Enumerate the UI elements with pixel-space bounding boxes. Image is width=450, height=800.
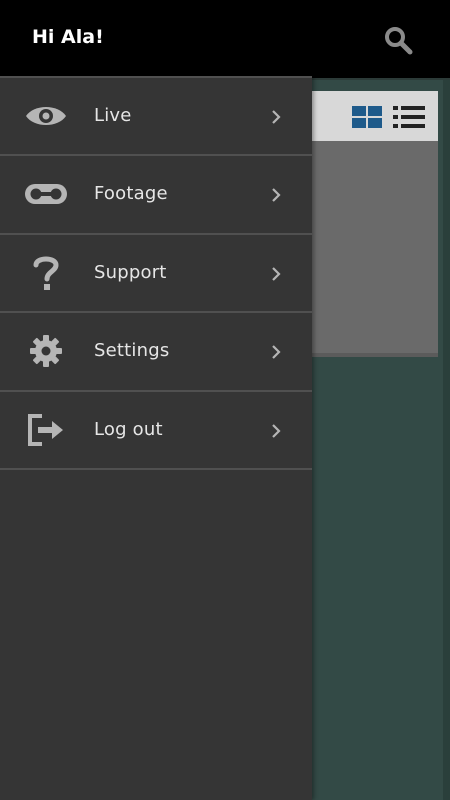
drawer-menu: Live Footage Support Settings Log out (0, 76, 312, 470)
chevron-right-icon (272, 110, 281, 124)
menu-item-label: Log out (94, 418, 163, 440)
drawer-header: Hi Ala! (0, 0, 312, 76)
gear-icon (22, 332, 70, 370)
app-scroll-edge (443, 80, 450, 800)
search-icon[interactable] (382, 24, 414, 56)
list-view-icon[interactable] (393, 106, 425, 128)
menu-item-label: Footage (94, 183, 168, 205)
menu-item-label: Settings (94, 340, 170, 362)
menu-item-footage[interactable]: Footage (0, 156, 312, 235)
menu-item-label: Live (94, 105, 132, 126)
menu-item-live[interactable]: Live (0, 78, 312, 157)
cassette-icon (22, 175, 70, 213)
grid-view-icon[interactable] (352, 106, 382, 128)
question-icon (22, 254, 70, 292)
chevron-right-icon (272, 188, 281, 203)
chevron-right-icon (272, 423, 281, 438)
menu-item-label: Support (94, 261, 167, 283)
menu-item-logout[interactable]: Log out (0, 391, 312, 470)
chevron-right-icon (272, 267, 281, 281)
greeting-text: Hi Ala! (32, 26, 104, 48)
chevron-right-icon (272, 345, 281, 359)
camera-preview-panel[interactable] (312, 141, 438, 353)
menu-item-support[interactable]: Support (0, 234, 312, 314)
menu-item-settings[interactable]: Settings (0, 313, 312, 392)
eye-icon (22, 97, 70, 135)
navigation-drawer: Hi Ala! Live Footage Support Settings Lo… (0, 0, 312, 800)
camera-preview-panel-border (312, 353, 438, 357)
logout-icon (22, 411, 70, 449)
